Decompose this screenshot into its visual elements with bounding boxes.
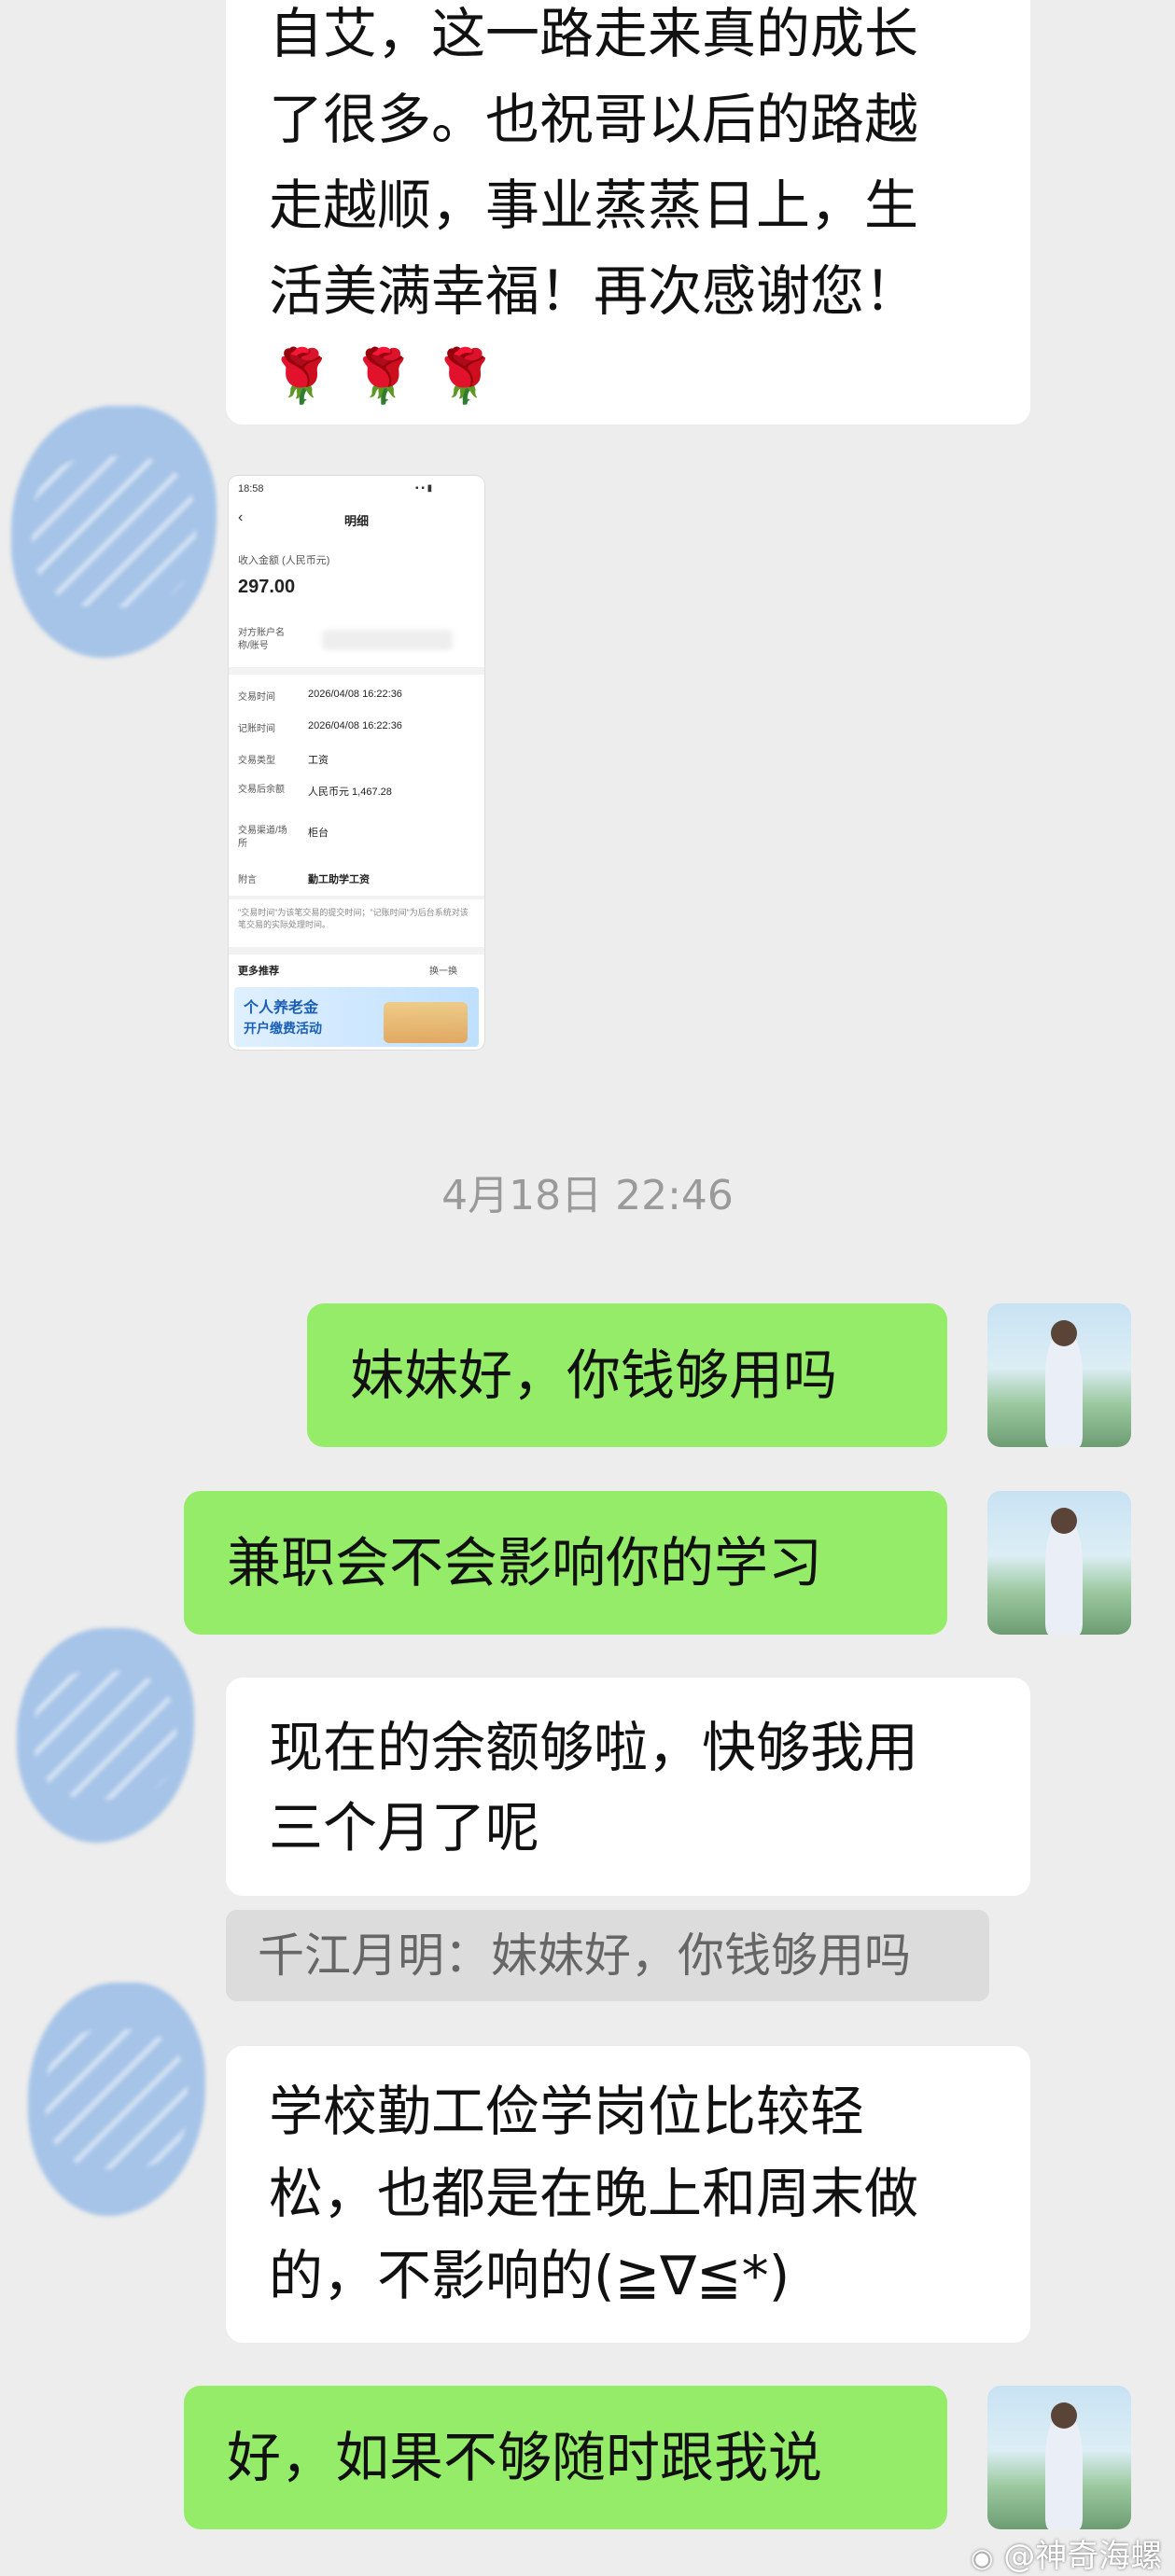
row-value: 工资 [308, 755, 329, 766]
message-line: 松，也都是在晚上和周末做 [269, 2162, 919, 2225]
divider [229, 896, 484, 899]
divider [229, 947, 484, 954]
row-label: 交易类型 [238, 756, 275, 766]
message-text: 好，如果不够随时跟我说 [227, 2426, 823, 2489]
weibo-logo-icon: ◉ [971, 2542, 994, 2573]
row-label: 交易时间 [238, 692, 275, 703]
message-line: 了很多。也祝哥以后的路越 [269, 88, 919, 151]
status-time: 18:58 [238, 483, 264, 494]
row-label: 交易渠道/场所 [238, 826, 287, 849]
row-value: 勤工助学工资 [308, 874, 370, 885]
message-line: 的，不影响的(≧∇≦*) [269, 2244, 790, 2307]
contact-avatar-blurred[interactable] [28, 1983, 205, 2216]
quoted-message[interactable]: 千江月明：妹妹好，你钱够用吗 [226, 1910, 989, 2001]
status-icons: ▪ ▪ ▮ [415, 483, 433, 494]
message-bubble-incoming[interactable]: 学校勤工俭学岗位比较轻 松，也都是在晚上和周末做 的，不影响的(≧∇≦*) [226, 2046, 1030, 2343]
chat-timestamp: 4月18日 22:46 [441, 1172, 734, 1219]
refresh-button[interactable]: 换一换 [429, 963, 457, 977]
row-label: 交易后余额 [238, 785, 285, 795]
user-avatar[interactable] [987, 1491, 1131, 1635]
amount-value: 297.00 [238, 577, 296, 597]
row-value: 柜台 [308, 828, 329, 839]
counterparty-label: 对方账户名称/账号 [238, 628, 285, 651]
row-value: 2026/04/08 16:22:36 [308, 689, 402, 700]
message-bubble-outgoing[interactable]: 妹妹好，你钱够用吗 [307, 1303, 947, 1447]
contact-avatar-blurred[interactable] [11, 406, 217, 658]
pension-banner[interactable]: 个人养老金 开户缴费活动 [234, 987, 479, 1047]
receipt-title: 明细 [343, 514, 369, 528]
row-label: 记账时间 [238, 724, 275, 734]
message-text: 兼职会不会影响你的学习 [227, 1531, 823, 1594]
message-bubble-gratitude[interactable]: 自艾，这一路走来真的成长 了很多。也祝哥以后的路越 走越顺，事业蒸蒸日上，生 活… [226, 0, 1030, 425]
message-line: 自艾，这一路走来真的成长 [269, 2, 919, 65]
row-value: 2026/04/08 16:22:36 [308, 720, 402, 731]
row-value: 人民币元 1,467.28 [308, 787, 392, 798]
redacted-counterparty [322, 630, 453, 650]
user-avatar[interactable] [987, 1303, 1131, 1447]
banner-line-1: 个人养老金 [244, 1000, 319, 1016]
message-line: 学校勤工俭学岗位比较轻 [269, 2080, 865, 2143]
watermark-text: @神奇海螺 [1003, 2538, 1163, 2575]
contact-avatar-blurred[interactable] [17, 1628, 194, 1843]
message-bubble-outgoing[interactable]: 好，如果不够随时跟我说 [184, 2386, 947, 2529]
banner-line-2: 开户缴费活动 [244, 1021, 322, 1036]
message-line: 三个月了呢 [269, 1796, 540, 1859]
message-text: 妹妹好，你钱够用吗 [350, 1344, 838, 1407]
message-line: 现在的余额够啦，快够我用 [269, 1716, 919, 1779]
user-avatar[interactable] [987, 2386, 1131, 2529]
more-recommend-label: 更多推荐 [238, 966, 279, 977]
divider [229, 667, 484, 675]
message-line: 走越顺，事业蒸蒸日上，生 [269, 174, 919, 237]
banner-illustration [384, 1002, 468, 1043]
row-label: 附言 [238, 875, 257, 885]
bank-receipt-image[interactable]: 18:58 ▪ ▪ ▮ ‹ 明细 收入金额 (人民币元) 297.00 对方账户… [229, 476, 484, 1050]
message-bubble-outgoing[interactable]: 兼职会不会影响你的学习 [184, 1491, 947, 1635]
amount-label: 收入金额 (人民币元) [238, 555, 330, 566]
receipt-note: "交易时间"为该笔交易的提交时间；"记账时间"为后台系统对该笔交易的实际处理时间… [238, 908, 469, 929]
weibo-watermark: ◉ @神奇海螺 [971, 2530, 1162, 2576]
message-bubble-incoming[interactable]: 现在的余额够啦，快够我用 三个月了呢 [226, 1678, 1030, 1896]
message-line: 活美满幸福！再次感谢您！ [269, 259, 919, 323]
rose-emoji: 🌹 🌹 🌹 [269, 346, 497, 407]
